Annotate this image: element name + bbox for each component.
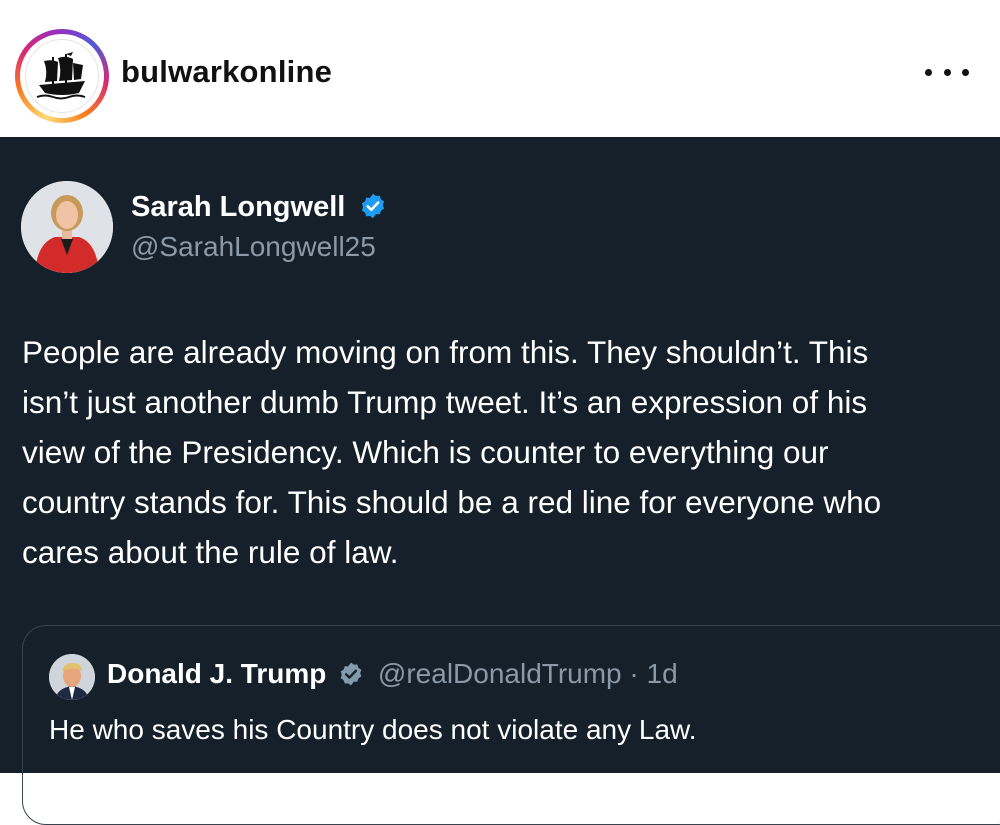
profile-username[interactable]: bulwarkonline bbox=[121, 54, 332, 90]
tweet-body: People are already moving on from this. … bbox=[22, 327, 998, 577]
quoted-tweet[interactable]: Donald J. Trump @realDonaldTrump · 1d He… bbox=[22, 625, 1000, 825]
tweet-line: cares about the rule of law. bbox=[22, 534, 399, 570]
tweet-line: country stands for. This should be a red… bbox=[22, 484, 882, 520]
tweet-card: Sarah Longwell @SarahLongwell25 People a… bbox=[0, 137, 1000, 825]
quoted-header: Donald J. Trump @realDonaldTrump · 1d bbox=[107, 658, 678, 690]
more-horizontal-icon[interactable] bbox=[925, 62, 969, 82]
tweet-line: isn’t just another dumb Trump tweet. It’… bbox=[22, 384, 868, 420]
quoted-author-avatar[interactable] bbox=[49, 654, 95, 700]
ship-logo-icon bbox=[25, 39, 99, 113]
author-name-text: Sarah Longwell bbox=[131, 191, 346, 223]
more-dot bbox=[943, 68, 951, 76]
tweet-line: People are already moving on from this. … bbox=[22, 334, 869, 370]
quoted-text: He who saves his Country does not violat… bbox=[49, 714, 697, 745]
quoted-author-name[interactable]: Donald J. Trump bbox=[107, 658, 326, 689]
quoted-separator: · bbox=[629, 658, 639, 689]
more-dot bbox=[925, 68, 932, 76]
avatar-ring-gap bbox=[20, 34, 104, 118]
quoted-timestamp[interactable]: 1d bbox=[647, 658, 678, 689]
author-name[interactable]: Sarah Longwell bbox=[131, 191, 387, 224]
verified-badge-icon bbox=[362, 193, 385, 219]
author-handle[interactable]: @SarahLongwell25 bbox=[131, 231, 376, 263]
tweet-line: view of the Presidency. Which is counter… bbox=[22, 434, 829, 470]
post-header: bulwarkonline bbox=[0, 0, 1000, 137]
quoted-author-handle[interactable]: @realDonaldTrump bbox=[378, 658, 622, 689]
author-avatar[interactable] bbox=[21, 181, 113, 273]
verified-badge-icon bbox=[340, 662, 362, 686]
profile-avatar[interactable] bbox=[15, 29, 109, 123]
more-dot bbox=[962, 68, 969, 76]
